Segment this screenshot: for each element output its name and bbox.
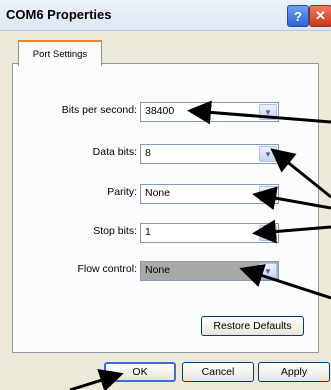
annotation-arrow bbox=[239, 264, 331, 300]
tab-port-settings[interactable]: Port Settings bbox=[18, 40, 102, 66]
com-properties-dialog: COM6 Properties ? ✕ Port Settings Bits p… bbox=[0, 0, 331, 390]
annotation-arrow bbox=[69, 368, 124, 390]
annotation-arrow bbox=[252, 186, 331, 210]
tab-label: Port Settings bbox=[32, 48, 88, 60]
annotation-arrow bbox=[187, 100, 331, 125]
annotation-arrow bbox=[270, 148, 331, 199]
annotation-arrow bbox=[252, 219, 331, 244]
